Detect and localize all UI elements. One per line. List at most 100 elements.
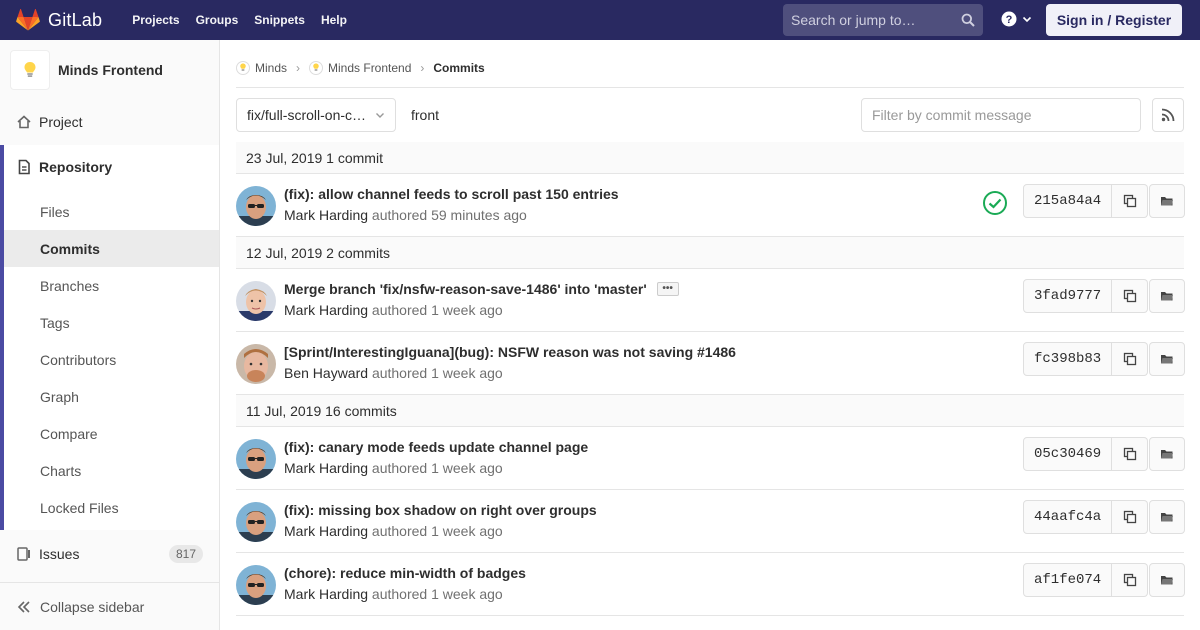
home-icon xyxy=(16,114,32,130)
sidebar-repository-section: Repository Files Commits Branches Tags C… xyxy=(0,145,219,530)
rss-feed-button[interactable] xyxy=(1152,98,1184,132)
commit-sha-group: 05c30469 xyxy=(1023,437,1186,471)
commit-title-link[interactable]: Merge branch 'fix/nsfw-reason-save-1486'… xyxy=(284,281,647,297)
gitlab-home-link[interactable]: GitLab xyxy=(16,0,102,40)
commit-title-link[interactable]: (chore): reduce min-width of badges xyxy=(284,565,526,581)
pipeline-passed-icon[interactable] xyxy=(982,190,1008,216)
commit-row: (chore): reduce min-width of badges Mark … xyxy=(236,553,1186,616)
sidebar-subitem-locked-files[interactable]: Locked Files xyxy=(4,489,219,526)
commit-sha-button[interactable]: 215a84a4 xyxy=(1023,184,1113,218)
project-avatar xyxy=(10,50,50,90)
author-avatar[interactable] xyxy=(236,439,276,479)
copy-icon xyxy=(1123,194,1136,208)
commit-sha-button[interactable]: 44aafc4a xyxy=(1023,500,1113,534)
sidebar-subitem-contributors[interactable]: Contributors xyxy=(4,341,219,378)
commit-title-link[interactable]: (fix): canary mode feeds update channel … xyxy=(284,439,588,455)
project-name: Minds Frontend xyxy=(58,62,163,78)
sidebar-subitem-tags[interactable]: Tags xyxy=(4,304,219,341)
commit-sha-button[interactable]: af1fe074 xyxy=(1023,563,1113,597)
help-dropdown[interactable]: ? xyxy=(1000,10,1032,28)
author-avatar[interactable] xyxy=(236,502,276,542)
commits-controls: fix/full-scroll-on-c… front Filter by co… xyxy=(236,98,1184,132)
nav-projects[interactable]: Projects xyxy=(124,13,187,27)
copy-sha-button[interactable] xyxy=(1112,279,1149,313)
sign-in-register-button[interactable]: Sign in / Register xyxy=(1046,4,1182,36)
search-input[interactable]: Search or jump to… xyxy=(783,4,983,36)
sidebar-item-repository[interactable]: Repository xyxy=(4,145,219,189)
commit-title-row: [Sprint/InterestingIguana](bug): NSFW re… xyxy=(284,344,736,360)
copy-sha-button[interactable] xyxy=(1112,184,1149,218)
filter-commit-message-input[interactable]: Filter by commit message xyxy=(861,98,1141,132)
sidebar-subitem-graph[interactable]: Graph xyxy=(4,378,219,415)
commit-verb: authored xyxy=(371,586,428,602)
breadcrumb-item-minds-frontend[interactable]: Minds Frontend xyxy=(309,60,412,75)
commit-meta: Mark Harding authored 1 week ago xyxy=(284,523,503,539)
commit-day-header: 11 Jul, 2019 16 commits xyxy=(236,395,1184,427)
breadcrumb-item-commits[interactable]: Commits xyxy=(433,61,484,75)
commit-author-link[interactable]: Mark Harding xyxy=(284,460,368,476)
commit-verb: authored xyxy=(371,302,428,318)
browse-files-button[interactable] xyxy=(1149,500,1186,534)
copy-sha-button[interactable] xyxy=(1112,437,1149,471)
main-nav: Projects Groups Snippets Help xyxy=(124,0,355,40)
chevron-right-icon: › xyxy=(420,60,425,75)
commit-meta: Ben Hayward authored 1 week ago xyxy=(284,365,503,381)
lightbulb-icon xyxy=(236,60,250,75)
sidebar-subitem-compare[interactable]: Compare xyxy=(4,415,219,452)
breadcrumb-item-minds[interactable]: Minds xyxy=(236,60,287,75)
path-breadcrumb[interactable]: front xyxy=(411,107,439,123)
issues-icon xyxy=(16,546,32,562)
commit-author-link[interactable]: Mark Harding xyxy=(284,586,368,602)
browse-files-button[interactable] xyxy=(1149,342,1186,376)
commit-sha-button[interactable]: fc398b83 xyxy=(1023,342,1113,376)
author-avatar[interactable] xyxy=(236,344,276,384)
folder-open-icon xyxy=(1161,450,1174,459)
author-avatar[interactable] xyxy=(236,281,276,321)
commit-verb: authored xyxy=(371,460,428,476)
sidebar-item-project[interactable]: Project xyxy=(0,100,219,144)
project-sidebar: Minds Frontend Project Repository Files … xyxy=(0,40,220,630)
browse-files-button[interactable] xyxy=(1149,437,1186,471)
nav-groups[interactable]: Groups xyxy=(188,13,247,27)
commit-sha-button[interactable]: 05c30469 xyxy=(1023,437,1113,471)
commit-sha-button[interactable]: 3fad9777 xyxy=(1023,279,1113,313)
toggle-commit-description-button[interactable]: ••• xyxy=(656,282,679,296)
browse-files-button[interactable] xyxy=(1149,184,1186,218)
nav-help[interactable]: Help xyxy=(313,13,355,27)
commit-author-link[interactable]: Mark Harding xyxy=(284,523,368,539)
folder-open-icon xyxy=(1161,197,1174,206)
sidebar-subitem-charts[interactable]: Charts xyxy=(4,452,219,489)
nav-snippets[interactable]: Snippets xyxy=(246,13,313,27)
commit-author-link[interactable]: Mark Harding xyxy=(284,302,368,318)
commit-verb: authored xyxy=(371,523,428,539)
commit-timestamp: 1 week ago xyxy=(431,523,503,539)
search-icon xyxy=(961,13,975,27)
commit-title-link[interactable]: [Sprint/InterestingIguana](bug): NSFW re… xyxy=(284,344,736,360)
lightbulb-icon xyxy=(309,60,324,75)
commit-title-link[interactable]: (fix): allow channel feeds to scroll pas… xyxy=(284,186,619,202)
sidebar-item-issues[interactable]: Issues 817 xyxy=(0,532,219,576)
commit-author-link[interactable]: Mark Harding xyxy=(284,207,368,223)
sidebar-subitem-branches[interactable]: Branches xyxy=(4,267,219,304)
branch-select-dropdown[interactable]: fix/full-scroll-on-c… xyxy=(236,98,396,132)
commit-author-link[interactable]: Ben Hayward xyxy=(284,365,368,381)
breadcrumb-label: Minds Frontend xyxy=(328,60,412,75)
browse-files-button[interactable] xyxy=(1149,279,1186,313)
question-circle-icon: ? xyxy=(1001,11,1017,27)
commit-title-link[interactable]: (fix): missing box shadow on right over … xyxy=(284,502,597,518)
folder-open-icon xyxy=(1161,513,1174,522)
author-avatar[interactable] xyxy=(236,186,276,226)
copy-icon xyxy=(1123,573,1136,587)
copy-sha-button[interactable] xyxy=(1112,342,1149,376)
browse-files-button[interactable] xyxy=(1149,563,1186,597)
sidebar-subitem-commits[interactable]: Commits xyxy=(4,230,219,267)
sidebar-project-header[interactable]: Minds Frontend xyxy=(0,40,219,100)
author-avatar[interactable] xyxy=(236,565,276,605)
copy-sha-button[interactable] xyxy=(1112,563,1149,597)
sidebar-subitem-files[interactable]: Files xyxy=(4,193,219,230)
top-navbar: GitLab Projects Groups Snippets Help Sea… xyxy=(0,0,1200,40)
copy-sha-button[interactable] xyxy=(1112,500,1149,534)
sidebar-item-label: Repository xyxy=(39,159,113,175)
commit-title-row: (chore): reduce min-width of badges xyxy=(284,565,526,581)
collapse-sidebar-button[interactable]: Collapse sidebar xyxy=(0,582,219,630)
